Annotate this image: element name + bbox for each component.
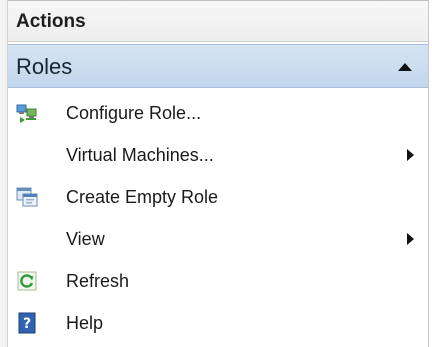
menu-item-create-empty-role[interactable]: Create Empty Role: [8, 176, 428, 218]
actions-pane-window: Actions Roles Configure Role... Virtual …: [0, 0, 432, 347]
menu-item-label: Refresh: [66, 271, 130, 291]
menu-item-virtual-machines[interactable]: Virtual Machines...: [8, 134, 428, 176]
menu-item-label: Configure Role...: [66, 103, 202, 123]
menu-item-label: View: [66, 229, 105, 249]
roles-section-title: Roles: [16, 54, 73, 79]
actions-pane-title: Actions: [16, 11, 86, 32]
menu-item-help[interactable]: ? Help: [8, 302, 428, 344]
right-border: [428, 0, 429, 347]
menu-item-refresh[interactable]: Refresh: [8, 260, 428, 302]
refresh-icon: [16, 270, 38, 292]
help-icon: ?: [16, 312, 38, 334]
menu-item-configure-role[interactable]: Configure Role...: [8, 92, 428, 134]
create-empty-role-icon: [16, 186, 38, 208]
chevron-right-icon: [407, 149, 414, 161]
menu-item-view[interactable]: View: [8, 218, 428, 260]
actions-pane-header: Actions: [8, 0, 428, 42]
configure-role-icon: [16, 102, 38, 124]
menu-item-label: Create Empty Role: [66, 187, 219, 207]
menu-item-label: Help: [66, 313, 104, 333]
actions-pane: Actions Roles Configure Role... Virtual …: [8, 0, 428, 347]
roles-section-header[interactable]: Roles: [8, 44, 428, 88]
chevron-right-icon: [407, 233, 414, 245]
left-splitter[interactable]: [0, 0, 8, 347]
triangle-up-icon[interactable]: [398, 63, 412, 71]
svg-text:?: ?: [23, 316, 31, 332]
menu-item-label: Virtual Machines...: [66, 145, 214, 165]
